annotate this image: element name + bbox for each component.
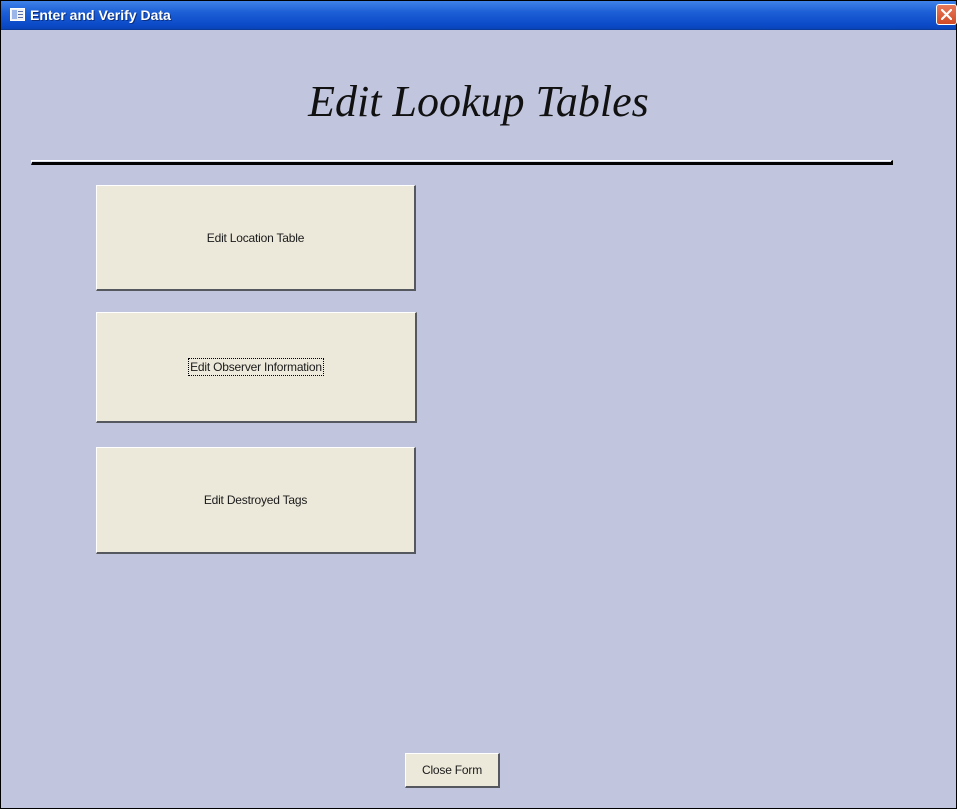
edit-observer-information-label: Edit Observer Information: [188, 358, 324, 376]
close-form-label: Close Form: [421, 763, 482, 777]
title-bar[interactable]: Enter and Verify Data: [1, 1, 957, 30]
edit-destroyed-tags-button[interactable]: Edit Destroyed Tags: [96, 447, 416, 554]
close-window-button[interactable]: [936, 4, 957, 25]
edit-destroyed-tags-label: Edit Destroyed Tags: [203, 493, 308, 507]
form-window: Enter and Verify Data Edit Lookup Tables…: [0, 0, 957, 809]
edit-observer-information-button[interactable]: Edit Observer Information: [96, 312, 417, 423]
heading-divider: [31, 160, 893, 165]
close-x-icon: [941, 9, 952, 20]
window-title: Enter and Verify Data: [30, 7, 171, 23]
form-heading: Edit Lookup Tables: [308, 77, 649, 126]
edit-location-table-label: Edit Location Table: [206, 230, 305, 245]
edit-location-table-button[interactable]: Edit Location Table: [96, 185, 416, 291]
close-form-button[interactable]: Close Form: [405, 753, 500, 788]
form-window-icon[interactable]: [10, 8, 25, 21]
